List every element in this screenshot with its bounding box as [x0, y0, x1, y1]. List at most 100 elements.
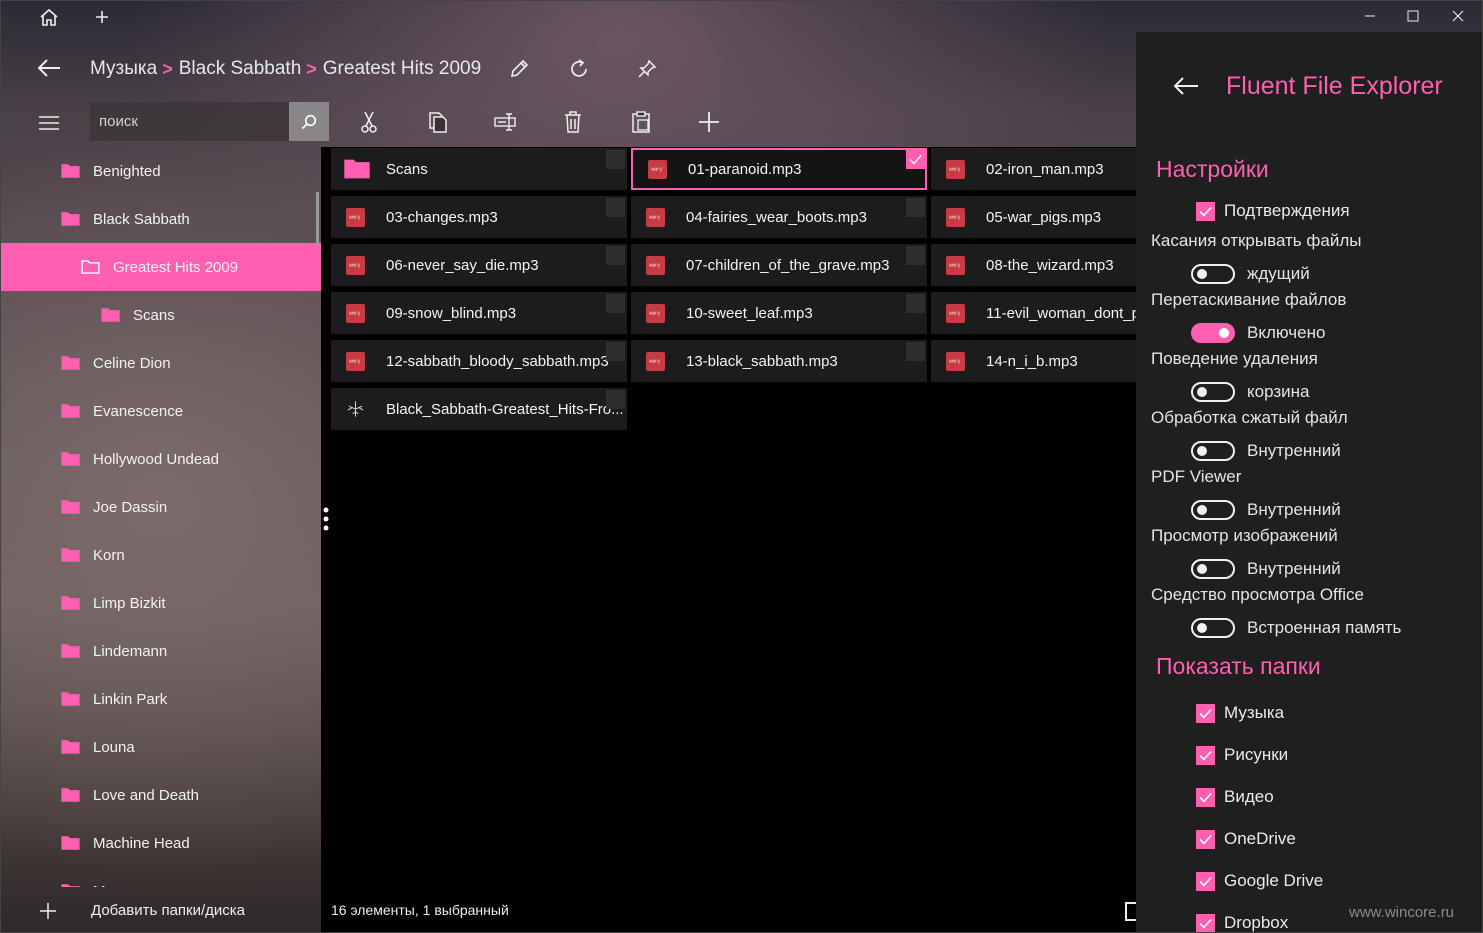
setting-toggle[interactable]: корзина — [1191, 380, 1309, 404]
toggle-switch[interactable] — [1191, 500, 1235, 520]
copy-icon[interactable] — [423, 108, 451, 136]
sidebar-scrollbar[interactable] — [316, 192, 319, 246]
file-select-checkbox[interactable] — [606, 294, 625, 313]
file-select-checkbox[interactable] — [906, 198, 925, 217]
setting-toggle[interactable]: Встроенная память — [1191, 616, 1401, 640]
file-tile[interactable]: 03-changes.mp3 — [331, 196, 627, 238]
file-select-checkbox[interactable] — [606, 198, 625, 217]
add-folder-button[interactable]: Добавить папки/диска — [0, 888, 321, 933]
app-title: Fluent File Explorer — [1226, 72, 1443, 100]
breadcrumb-item-music[interactable]: Музыка — [90, 58, 157, 80]
setting-toggle[interactable]: Внутренний — [1191, 498, 1341, 522]
file-tile[interactable]: 09-snow_blind.mp3 — [331, 292, 627, 334]
back-arrow-icon[interactable] — [34, 54, 64, 82]
file-tile[interactable]: 10-sweet_leaf.mp3 — [631, 292, 927, 334]
rename-item-icon[interactable] — [491, 108, 519, 136]
sidebar-item[interactable]: Korn — [0, 531, 321, 579]
sidebar-item[interactable]: Celine Dion — [0, 339, 321, 387]
sidebar-item[interactable]: Hollywood Undead — [0, 435, 321, 483]
sidebar-item[interactable]: Lindemann — [0, 627, 321, 675]
pin-icon[interactable] — [633, 55, 661, 83]
mp3-file-icon — [946, 207, 965, 227]
panel-back-arrow-icon[interactable] — [1170, 72, 1202, 100]
sidebar-item[interactable]: Manowar — [0, 867, 321, 887]
toggle-switch[interactable] — [1191, 559, 1235, 579]
file-tile[interactable]: 13-black_sabbath.mp3 — [631, 340, 927, 382]
new-tab-icon[interactable] — [91, 6, 113, 28]
sidebar-item[interactable]: Linkin Park — [0, 675, 321, 723]
cut-icon[interactable] — [355, 108, 383, 136]
folder-icon — [61, 836, 80, 850]
minimize-icon[interactable] — [1355, 4, 1385, 28]
home-icon[interactable] — [38, 6, 60, 28]
toggle-switch[interactable] — [1191, 323, 1235, 343]
file-select-checkbox[interactable] — [606, 150, 625, 169]
sidebar-item[interactable]: Evanescence — [0, 387, 321, 435]
search-button[interactable] — [289, 102, 329, 141]
mp3-file-icon — [946, 255, 965, 275]
checkbox-checked-icon — [1196, 871, 1215, 891]
folder-checkbox-label: Рисунки — [1224, 745, 1289, 764]
file-select-checkbox[interactable] — [606, 342, 625, 361]
paste-icon[interactable] — [627, 108, 655, 136]
file-tile[interactable]: Scans — [331, 148, 627, 190]
setting-toggle[interactable]: Внутренний — [1191, 439, 1341, 463]
file-name: Scans — [386, 160, 428, 178]
mp3-file-icon — [346, 351, 365, 371]
setting-label: Средство просмотра Office — [1151, 585, 1364, 604]
pane-splitter-icon[interactable] — [323, 507, 329, 535]
setting-toggle[interactable]: Включено — [1191, 321, 1325, 345]
folder-checkbox[interactable]: Музыка — [1196, 701, 1284, 725]
sidebar-item[interactable]: Scans — [0, 291, 321, 339]
setting-toggle[interactable]: ждущий — [1191, 262, 1310, 286]
rename-icon[interactable] — [505, 55, 533, 83]
file-tile[interactable]: 01-paranoid.mp3 — [631, 148, 927, 190]
folder-checkbox[interactable]: Рисунки — [1196, 743, 1288, 767]
delete-icon[interactable] — [559, 108, 587, 136]
folder-checkbox[interactable]: Видео — [1196, 785, 1274, 809]
file-select-checkbox[interactable] — [906, 294, 925, 313]
file-name: 14-n_i_b.mp3 — [986, 352, 1078, 370]
hamburger-menu-icon[interactable] — [37, 114, 61, 132]
refresh-icon[interactable] — [565, 55, 593, 83]
sidebar-item[interactable]: Louna — [0, 723, 321, 771]
folder-checkbox[interactable]: Google Drive — [1196, 869, 1323, 893]
search-input[interactable] — [90, 102, 289, 141]
file-select-checkbox[interactable] — [606, 246, 625, 265]
sidebar-item[interactable]: Greatest Hits 2009 — [0, 243, 321, 291]
toggle-switch[interactable] — [1191, 264, 1235, 284]
maximize-icon[interactable] — [1398, 4, 1428, 28]
toggle-switch[interactable] — [1191, 618, 1235, 638]
file-tile[interactable]: 12-sabbath_bloody_sabbath.mp3 — [331, 340, 627, 382]
checkbox-checked-icon — [1196, 829, 1215, 849]
file-select-checkbox[interactable] — [906, 150, 925, 169]
breadcrumb-item-artist[interactable]: Black Sabbath — [179, 58, 302, 80]
toggle-switch[interactable] — [1191, 441, 1235, 461]
sidebar-item-label: Linkin Park — [93, 690, 168, 708]
file-name: 04-fairies_wear_boots.mp3 — [686, 208, 867, 226]
sidebar-item-label: Machine Head — [93, 834, 190, 852]
confirmations-checkbox[interactable]: Подтверждения — [1196, 199, 1350, 223]
sidebar-item[interactable]: Love and Death — [0, 771, 321, 819]
file-tile[interactable]: 04-fairies_wear_boots.mp3 — [631, 196, 927, 238]
setting-toggle[interactable]: Внутренний — [1191, 557, 1341, 581]
folder-checkbox[interactable]: Dropbox — [1196, 911, 1288, 933]
file-tile[interactable]: 06-never_say_die.mp3 — [331, 244, 627, 286]
sidebar-item[interactable]: Benighted — [0, 147, 321, 195]
file-select-checkbox[interactable] — [906, 246, 925, 265]
file-tile[interactable]: Black_Sabbath-Greatest_Hits-Fro... — [331, 388, 627, 430]
sidebar-item[interactable]: Joe Dassin — [0, 483, 321, 531]
close-icon[interactable] — [1443, 4, 1473, 28]
breadcrumb-item-album[interactable]: Greatest Hits 2009 — [323, 58, 481, 80]
file-select-checkbox[interactable] — [906, 342, 925, 361]
sidebar-item[interactable]: Machine Head — [0, 819, 321, 867]
add-icon[interactable] — [695, 108, 723, 136]
toggle-switch[interactable] — [1191, 382, 1235, 402]
file-tile[interactable]: 07-children_of_the_grave.mp3 — [631, 244, 927, 286]
folder-checkbox[interactable]: OneDrive — [1196, 827, 1296, 851]
sidebar-item[interactable]: Black Sabbath — [0, 195, 321, 243]
file-select-checkbox[interactable] — [606, 390, 625, 409]
folders-section-title: Показать папки — [1156, 653, 1321, 679]
select-all-checkbox[interactable] — [1125, 902, 1136, 921]
sidebar-item[interactable]: Limp Bizkit — [0, 579, 321, 627]
